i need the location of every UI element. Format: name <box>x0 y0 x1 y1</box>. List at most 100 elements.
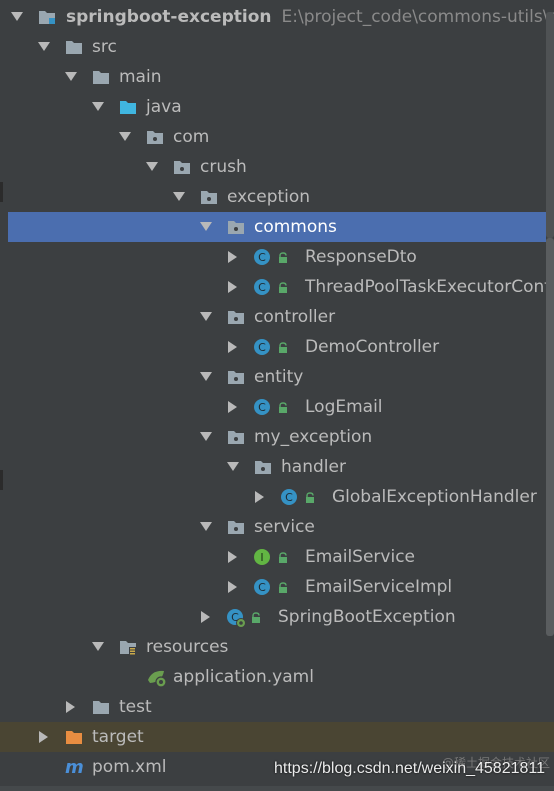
expand-arrow-down-icon[interactable] <box>91 632 105 662</box>
scrollbar-upper <box>546 12 554 238</box>
maven-icon: m <box>65 758 84 776</box>
expand-arrow-down-icon[interactable] <box>118 122 132 152</box>
tree-row-target[interactable]: target <box>0 722 554 752</box>
tree-row-label: handler <box>281 457 346 477</box>
tree-row-commons[interactable]: commons <box>8 212 546 242</box>
package-icon <box>200 188 218 206</box>
tree-row-my_exception[interactable]: my_exception <box>0 422 554 452</box>
lock-icon <box>305 492 323 510</box>
folder-icon <box>65 38 83 56</box>
tree-row-label: ResponseDto <box>305 247 417 267</box>
tree-row-com[interactable]: com <box>0 122 554 152</box>
tree-row-label: resources <box>146 637 229 657</box>
class-icon: C <box>254 278 272 296</box>
package-icon <box>227 518 245 536</box>
svg-text:C: C <box>258 251 266 264</box>
tree-row-democontroller[interactable]: C DemoController <box>0 332 554 362</box>
project-tree[interactable]: springboot-exception E:\project_code\comm… <box>0 0 554 791</box>
tree-row-springbootexception[interactable]: C SpringBootException <box>0 602 554 632</box>
tree-row-src[interactable]: src <box>0 32 554 62</box>
tree-row-label: application.yaml <box>173 667 314 687</box>
tree-row-logemail[interactable]: C LogEmail <box>0 392 554 422</box>
expand-arrow-right-icon[interactable] <box>226 392 240 422</box>
folder-excluded-icon <box>65 728 83 746</box>
gutter-marker <box>0 182 3 202</box>
tree-row-controller[interactable]: controller <box>0 302 554 332</box>
lock-icon <box>251 612 269 630</box>
tree-row-resources[interactable]: resources <box>0 632 554 662</box>
tree-row-label: EmailService <box>305 547 415 567</box>
package-icon <box>227 218 245 236</box>
spring-class-icon: C <box>227 608 246 628</box>
tree-row-label: pom.xml <box>92 757 167 777</box>
expand-arrow-down-icon[interactable] <box>10 2 24 32</box>
tree-row-test[interactable]: test <box>0 692 554 722</box>
expand-arrow-right-icon[interactable] <box>226 332 240 362</box>
folder-src-icon <box>119 98 137 116</box>
tree-row-java[interactable]: java <box>0 92 554 122</box>
lock-icon <box>278 402 296 420</box>
yaml-icon <box>146 668 167 688</box>
class-icon: C <box>254 338 272 356</box>
expand-arrow-right-icon[interactable] <box>226 542 240 572</box>
expand-arrow-down-icon[interactable] <box>199 212 213 242</box>
svg-text:C: C <box>258 341 266 354</box>
gutter-marker <box>0 470 3 490</box>
scrollbar-thumb[interactable] <box>546 238 554 636</box>
svg-text:C: C <box>258 581 266 594</box>
svg-text:m: m <box>65 758 84 776</box>
package-icon <box>146 128 164 146</box>
lock-icon <box>278 552 296 570</box>
folder-icon <box>92 698 110 716</box>
tree-row-responsedto[interactable]: C ResponseDto <box>0 242 554 272</box>
expand-arrow-down-icon[interactable] <box>172 182 186 212</box>
tree-row-label: com <box>173 127 210 147</box>
tree-row-label: target <box>92 727 144 747</box>
expand-arrow-right-icon[interactable] <box>64 692 78 722</box>
svg-text:C: C <box>258 281 266 294</box>
expand-arrow-down-icon[interactable] <box>199 362 213 392</box>
tree-row-applicationyaml[interactable]: application.yaml <box>0 662 554 692</box>
project-label: springboot-exception E:\project_code\comm… <box>66 2 554 32</box>
tree-row-handler[interactable]: handler <box>0 452 554 482</box>
expand-arrow-down-icon[interactable] <box>199 302 213 332</box>
tree-row-label: entity <box>254 367 304 387</box>
expand-arrow-right-icon[interactable] <box>199 602 213 632</box>
package-icon <box>227 428 245 446</box>
expand-arrow-down-icon[interactable] <box>145 152 159 182</box>
interface-icon: I <box>254 548 272 566</box>
expand-arrow-down-icon[interactable] <box>64 62 78 92</box>
tree-row-label: service <box>254 517 315 537</box>
tree-row-crush[interactable]: crush <box>0 152 554 182</box>
class-icon: C <box>254 578 272 596</box>
tree-row-threadpool[interactable]: C ThreadPoolTaskExecutorConf <box>0 272 554 302</box>
tree-row-label: exception <box>227 187 311 207</box>
class-icon: C <box>281 488 299 506</box>
folder-res-icon <box>119 638 137 656</box>
expand-arrow-down-icon[interactable] <box>226 452 240 482</box>
tree-row-label: SpringBootException <box>278 607 456 627</box>
tree-row-service[interactable]: service <box>0 512 554 542</box>
expand-arrow-right-icon[interactable] <box>226 272 240 302</box>
expand-arrow-right-icon[interactable] <box>37 722 51 752</box>
svg-text:I: I <box>260 551 263 564</box>
tree-row-main[interactable]: main <box>0 62 554 92</box>
expand-arrow-down-icon[interactable] <box>199 512 213 542</box>
expand-arrow-right-icon[interactable] <box>226 242 240 272</box>
expand-arrow-down-icon[interactable] <box>91 92 105 122</box>
tree-row-emailservice[interactable]: I EmailService <box>0 542 554 572</box>
tree-row-entity[interactable]: entity <box>0 362 554 392</box>
expand-arrow-right-icon[interactable] <box>226 572 240 602</box>
project-root-row[interactable]: springboot-exception E:\project_code\comm… <box>0 2 554 32</box>
package-icon <box>227 308 245 326</box>
expand-arrow-right-icon[interactable] <box>253 482 267 512</box>
tree-row-exception[interactable]: exception <box>0 182 554 212</box>
tree-row-globalexceptionhandler[interactable]: C GlobalExceptionHandler <box>0 482 554 512</box>
project-name: springboot-exception <box>66 7 272 27</box>
expand-arrow-down-icon[interactable] <box>199 422 213 452</box>
lock-icon <box>278 342 296 360</box>
tree-row-label: ThreadPoolTaskExecutorConf <box>305 277 551 297</box>
lock-icon <box>278 282 296 300</box>
tree-row-emailserviceimpl[interactable]: C EmailServiceImpl <box>0 572 554 602</box>
expand-arrow-down-icon[interactable] <box>37 32 51 62</box>
